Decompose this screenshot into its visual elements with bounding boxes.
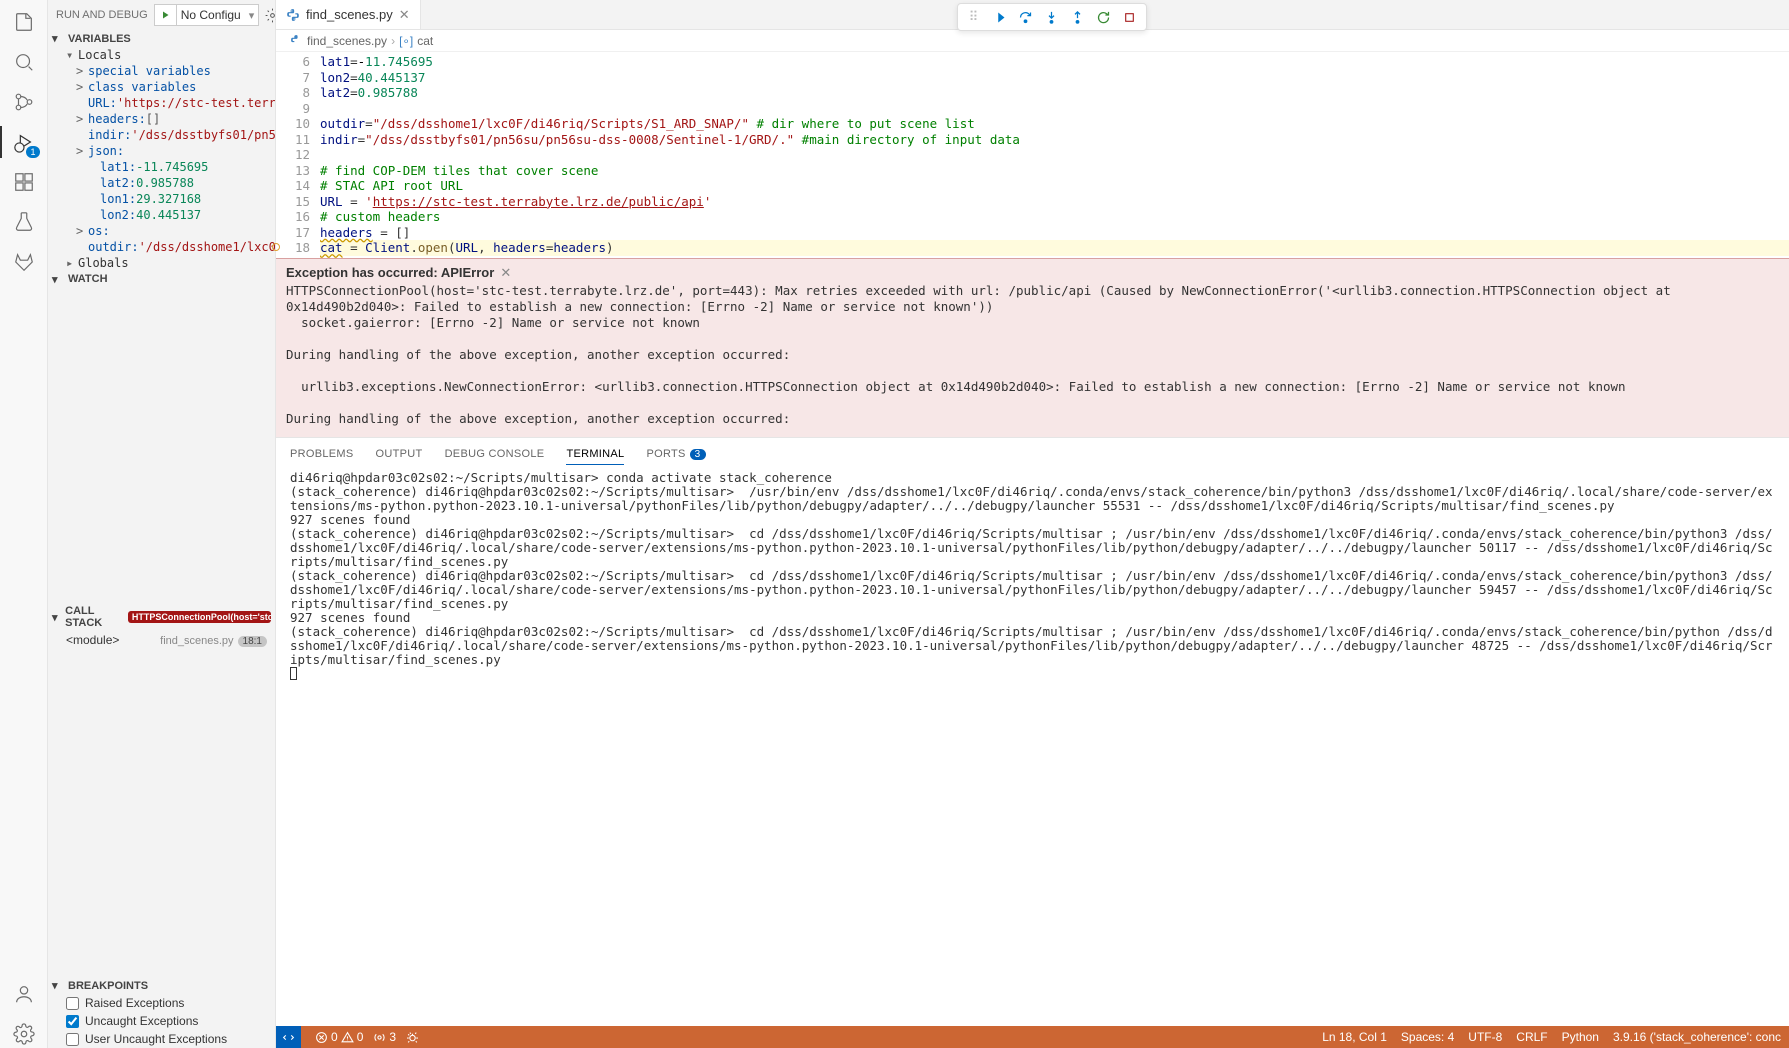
accounts-icon[interactable] (10, 980, 38, 1008)
debug-sidebar: RUN AND DEBUG No Configu ▾ ⋯ ▾VARIABLES … (48, 0, 276, 1048)
tab-problems[interactable]: PROBLEMS (290, 444, 354, 464)
status-cursor-pos[interactable]: Ln 18, Col 1 (1322, 1030, 1387, 1044)
close-exception-icon[interactable]: ✕ (500, 265, 511, 281)
variable-row[interactable]: lon1: 29.327168 (48, 191, 275, 207)
step-out-icon[interactable] (1066, 6, 1090, 28)
editor-group: find_scenes.py ✕ ⠿ find_scenes.py › [∘] … (276, 0, 1789, 1048)
stop-icon[interactable] (1118, 6, 1142, 28)
restart-icon[interactable] (1092, 6, 1116, 28)
debug-toolbar[interactable]: ⠿ (957, 3, 1147, 31)
exception-widget: Exception has occurred: APIError ✕ HTTPSC… (276, 258, 1789, 437)
status-bar: 0 0 3 Ln 18, Col 1 Spaces: 4 UTF-8 CRLF … (276, 1026, 1789, 1048)
extensions-icon[interactable] (10, 168, 38, 196)
continue-icon[interactable] (988, 6, 1012, 28)
tab-debug-console[interactable]: DEBUG CONSOLE (445, 444, 545, 464)
variable-row[interactable]: lon2: 40.445137 (48, 207, 275, 223)
variable-row[interactable]: URL: 'https://stc-test.terrabyte.lrz… (48, 95, 275, 111)
callstack-paused-badge: HTTPSConnectionPool(host='stc-test.terr (128, 611, 271, 623)
variable-row[interactable]: outdir: '/dss/dsshome1/lxc0F/di46riq… (48, 239, 275, 255)
remote-indicator[interactable] (276, 1026, 301, 1048)
callstack-frame[interactable]: <module> find_scenes.py18:1 (48, 631, 275, 649)
watch-section-header[interactable]: ▾WATCH (48, 271, 275, 603)
sidebar-title: RUN AND DEBUG (56, 9, 148, 21)
breakpoint-option[interactable]: Raised Exceptions (48, 994, 275, 1012)
variable-row[interactable]: indir: '/dss/dsstbyfs01/pn56su/pn56s… (48, 127, 275, 143)
panel-tabs: PROBLEMS OUTPUT DEBUG CONSOLE TERMINAL P… (276, 437, 1789, 465)
status-ports[interactable]: 3 (373, 1030, 396, 1044)
status-language[interactable]: Python (1562, 1030, 1599, 1044)
run-config-select[interactable]: No Configu ▾ (154, 4, 260, 26)
settings-gear-icon[interactable] (10, 1020, 38, 1048)
callstack-section-header[interactable]: ▾CALL STACK HTTPSConnectionPool(host='st… (48, 603, 275, 631)
terminal[interactable]: di46riq@hpdar03c02s02:~/Scripts/multisar… (276, 465, 1789, 1027)
variable-row[interactable]: >special variables (48, 63, 275, 79)
tab-terminal[interactable]: TERMINAL (566, 444, 624, 465)
symbol-variable-icon: [∘] (399, 34, 413, 48)
search-icon[interactable] (10, 48, 38, 76)
breakpoint-option[interactable]: User Uncaught Exceptions (48, 1030, 275, 1048)
scope-globals[interactable]: ▸Globals (48, 255, 275, 271)
tab-filename: find_scenes.py (306, 7, 393, 22)
run-debug-icon[interactable]: 1 (10, 128, 38, 156)
exception-body: HTTPSConnectionPool(host='stc-test.terra… (286, 283, 1779, 427)
status-interpreter[interactable]: 3.9.16 ('stack_coherence': conc (1613, 1030, 1781, 1044)
variable-row[interactable]: >class variables (48, 79, 275, 95)
testing-icon[interactable] (10, 208, 38, 236)
breadcrumb[interactable]: find_scenes.py › [∘] cat (276, 30, 1789, 52)
editor-tab[interactable]: find_scenes.py ✕ (276, 0, 421, 29)
variable-row[interactable]: >json: (48, 143, 275, 159)
activity-bar: 1 (0, 0, 48, 1048)
status-encoding[interactable]: UTF-8 (1468, 1030, 1502, 1044)
terminal-cursor (290, 667, 297, 680)
variable-row[interactable]: lat1: -11.745695 (48, 159, 275, 175)
status-debug[interactable] (406, 1031, 419, 1044)
close-tab-icon[interactable]: ✕ (399, 7, 410, 23)
tab-output[interactable]: OUTPUT (376, 444, 423, 464)
status-indent[interactable]: Spaces: 4 (1401, 1030, 1454, 1044)
step-over-icon[interactable] (1014, 6, 1038, 28)
drag-handle-icon[interactable]: ⠿ (962, 6, 986, 28)
breakpoints-section-header[interactable]: ▾BREAKPOINTS (48, 977, 275, 994)
start-debug-icon[interactable] (155, 5, 177, 25)
gitlab-icon[interactable] (10, 248, 38, 276)
python-file-icon (286, 8, 300, 22)
breakpoint-option[interactable]: Uncaught Exceptions (48, 1012, 275, 1030)
step-into-icon[interactable] (1040, 6, 1064, 28)
code-editor[interactable]: 6789101112131415161718 lat1=-11.745695lo… (276, 52, 1789, 258)
variables-section-header[interactable]: ▾VARIABLES (48, 30, 275, 47)
python-file-icon (290, 34, 303, 47)
variable-row[interactable]: lat2: 0.985788 (48, 175, 275, 191)
tab-ports[interactable]: PORTS3 (646, 444, 705, 464)
variable-row[interactable]: >os: (48, 223, 275, 239)
status-eol[interactable]: CRLF (1516, 1030, 1547, 1044)
variable-row[interactable]: >headers: [] (48, 111, 275, 127)
exception-title: Exception has occurred: APIError (286, 265, 494, 281)
scope-locals[interactable]: ▾Locals (48, 47, 275, 63)
explorer-icon[interactable] (10, 8, 38, 36)
source-control-icon[interactable] (10, 88, 38, 116)
status-errors[interactable]: 0 0 (315, 1030, 363, 1044)
